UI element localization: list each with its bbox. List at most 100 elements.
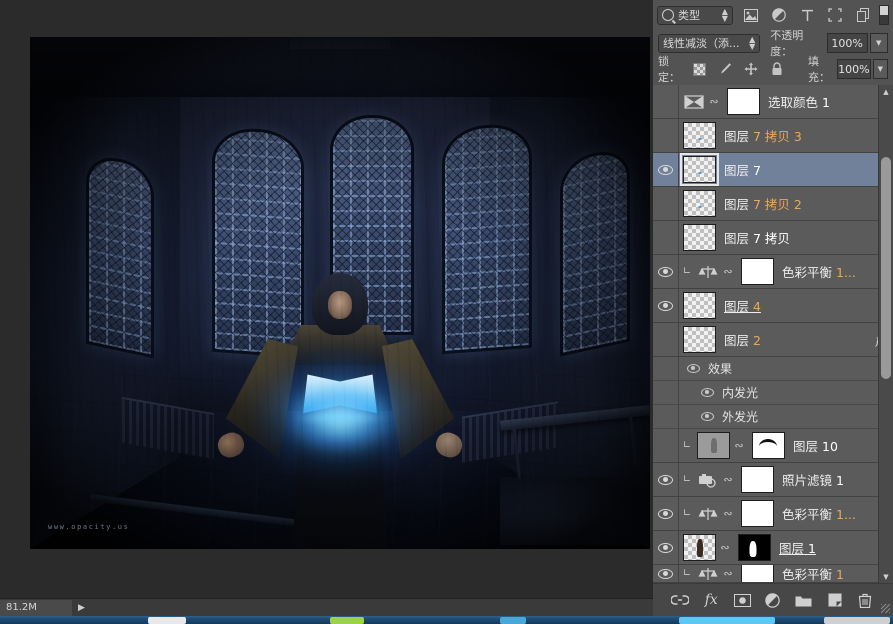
eye-icon[interactable] xyxy=(658,475,673,485)
layer-mask-thumbnail[interactable] xyxy=(752,432,785,459)
layer-mask-thumbnail[interactable] xyxy=(727,88,760,115)
eye-icon[interactable] xyxy=(658,267,673,277)
mask-link-icon[interactable]: ∾ xyxy=(722,507,734,520)
layer-visibility-toggle[interactable] xyxy=(653,531,679,564)
eye-icon[interactable] xyxy=(658,301,673,311)
new-layer-icon[interactable] xyxy=(825,591,844,610)
image-filter-icon[interactable] xyxy=(744,8,759,23)
new-adjustment-icon[interactable] xyxy=(763,591,782,610)
layer-filter-type-select[interactable]: 类型 ▲▼ xyxy=(657,6,733,25)
layer-thumbnail[interactable] xyxy=(683,326,716,353)
layer-visibility-toggle[interactable] xyxy=(653,289,679,322)
fill-value[interactable]: 100% xyxy=(837,59,871,79)
eye-icon[interactable] xyxy=(701,412,714,421)
layer-row-layer10[interactable]: ∟ ∾ 图层 10 xyxy=(653,429,893,463)
effects-visibility-toggle[interactable] xyxy=(653,357,679,380)
layer-row-layer2[interactable]: 图层 2 fx xyxy=(653,323,893,357)
fill-dropdown-icon[interactable]: ▼ xyxy=(873,59,888,79)
layer-row-layer7-copy3[interactable]: 图层 7 拷贝 3 xyxy=(653,119,893,153)
layer-visibility-toggle[interactable] xyxy=(653,429,679,462)
scroll-up-arrow[interactable]: ▲ xyxy=(879,85,893,98)
layer-mask-thumbnail[interactable] xyxy=(741,466,774,493)
layer-list-scrollbar[interactable]: ▲ ▼ xyxy=(878,85,893,583)
scrollbar-thumb[interactable] xyxy=(881,157,891,379)
filter-toggle-switch[interactable] xyxy=(879,5,889,25)
layer-visibility-toggle[interactable] xyxy=(653,565,679,582)
layer-row-color-balance-1c[interactable]: ∟ ∾ 色彩平衡 1 xyxy=(653,565,893,583)
mask-link-icon[interactable]: ∾ xyxy=(722,265,734,278)
layer-visibility-toggle[interactable] xyxy=(653,221,679,254)
adjustment-filter-icon[interactable] xyxy=(772,8,787,23)
new-group-icon[interactable] xyxy=(794,591,813,610)
layer-mask-thumbnail[interactable] xyxy=(738,534,771,561)
panel-resize-grip[interactable] xyxy=(881,604,890,613)
layer-thumbnail[interactable] xyxy=(683,534,716,561)
layer-row-color-balance-1a[interactable]: ∟ ∾ 色彩平衡 1... xyxy=(653,255,893,289)
layer-row-selective-color-1[interactable]: ∾ 选取颜色 1 xyxy=(653,85,893,119)
eye-icon[interactable] xyxy=(658,165,673,175)
opacity-dropdown-icon[interactable]: ▼ xyxy=(870,33,889,53)
mask-link-icon[interactable]: ∾ xyxy=(722,473,734,486)
add-mask-icon[interactable] xyxy=(733,591,752,610)
taskbar-item[interactable] xyxy=(824,617,890,624)
add-fx-icon[interactable]: fx xyxy=(702,591,721,610)
link-layers-icon[interactable] xyxy=(671,591,690,610)
delete-layer-icon[interactable] xyxy=(856,591,875,610)
lock-transparent-icon[interactable] xyxy=(692,62,706,76)
effect-row-outer-glow[interactable]: 外发光 xyxy=(653,405,893,429)
layer-visibility-toggle[interactable] xyxy=(653,255,679,288)
layer-visibility-toggle[interactable] xyxy=(653,187,679,220)
shape-filter-icon[interactable] xyxy=(828,8,843,23)
layer-row-layer1[interactable]: ∾ 图层 1 xyxy=(653,531,893,565)
taskbar-item[interactable] xyxy=(500,617,526,624)
lock-all-icon[interactable] xyxy=(770,62,784,76)
smartobject-filter-icon[interactable] xyxy=(856,8,871,23)
layer-mask-thumbnail[interactable] xyxy=(741,500,774,527)
status-expand-arrow[interactable]: ▶ xyxy=(78,603,85,613)
eye-icon[interactable] xyxy=(701,388,714,397)
layer-thumbnail[interactable] xyxy=(683,156,716,183)
layer-thumbnail[interactable] xyxy=(683,292,716,319)
layer-thumbnail[interactable] xyxy=(683,224,716,251)
mask-link-icon[interactable]: ∾ xyxy=(719,541,731,554)
layer-row-photo-filter-1[interactable]: ∟ ∾ 照片滤镜 1 xyxy=(653,463,893,497)
type-filter-icon[interactable] xyxy=(800,8,815,23)
layer-mask-thumbnail[interactable] xyxy=(741,565,774,583)
mask-link-icon[interactable]: ∾ xyxy=(722,567,734,580)
layer-row-layer7[interactable]: 图层 7 xyxy=(653,153,893,187)
layer-row-color-balance-1b[interactable]: ∟ ∾ 色彩平衡 1... xyxy=(653,497,893,531)
taskbar-item[interactable] xyxy=(679,617,775,624)
taskbar-item[interactable] xyxy=(330,617,364,624)
layer-visibility-toggle[interactable] xyxy=(653,119,679,152)
layer-thumbnail[interactable] xyxy=(683,122,716,149)
eye-icon[interactable] xyxy=(658,509,673,519)
taskbar-item[interactable] xyxy=(148,617,186,624)
eye-icon[interactable] xyxy=(658,569,673,579)
layer-list[interactable]: ∾ 选取颜色 1 图层 7 拷贝 3 图层 7 xyxy=(653,85,893,583)
layer-thumbnail[interactable] xyxy=(683,190,716,217)
layer-mask-thumbnail[interactable] xyxy=(741,258,774,285)
layer-visibility-toggle[interactable] xyxy=(653,153,679,186)
layer-visibility-toggle[interactable] xyxy=(653,85,679,118)
lock-position-icon[interactable] xyxy=(744,62,758,76)
effects-group-row[interactable]: 效果 xyxy=(653,357,893,381)
effect-row-inner-glow[interactable]: 内发光 xyxy=(653,381,893,405)
layer-row-layer7-copy2[interactable]: 图层 7 拷贝 2 xyxy=(653,187,893,221)
effect-visibility-toggle[interactable] xyxy=(653,405,679,428)
eye-icon[interactable] xyxy=(687,364,700,373)
layer-row-layer7-copy[interactable]: 图层 7 拷贝 xyxy=(653,221,893,255)
scroll-down-arrow[interactable]: ▼ xyxy=(879,570,893,583)
effect-visibility-toggle[interactable] xyxy=(653,381,679,404)
mask-link-icon[interactable]: ∾ xyxy=(708,95,720,108)
layer-row-layer4[interactable]: 图层 4 xyxy=(653,289,893,323)
blend-mode-select[interactable]: 线性减淡（添... ▲▼ xyxy=(658,34,760,53)
layer-visibility-toggle[interactable] xyxy=(653,323,679,356)
image-canvas[interactable]: www.opacity.us xyxy=(30,37,650,549)
layer-thumbnail[interactable] xyxy=(697,432,730,459)
lock-image-icon[interactable] xyxy=(718,62,732,76)
eye-icon[interactable] xyxy=(658,543,673,553)
layer-visibility-toggle[interactable] xyxy=(653,497,679,530)
layer-visibility-toggle[interactable] xyxy=(653,463,679,496)
os-taskbar[interactable] xyxy=(0,616,893,624)
opacity-value[interactable]: 100% xyxy=(827,33,868,53)
